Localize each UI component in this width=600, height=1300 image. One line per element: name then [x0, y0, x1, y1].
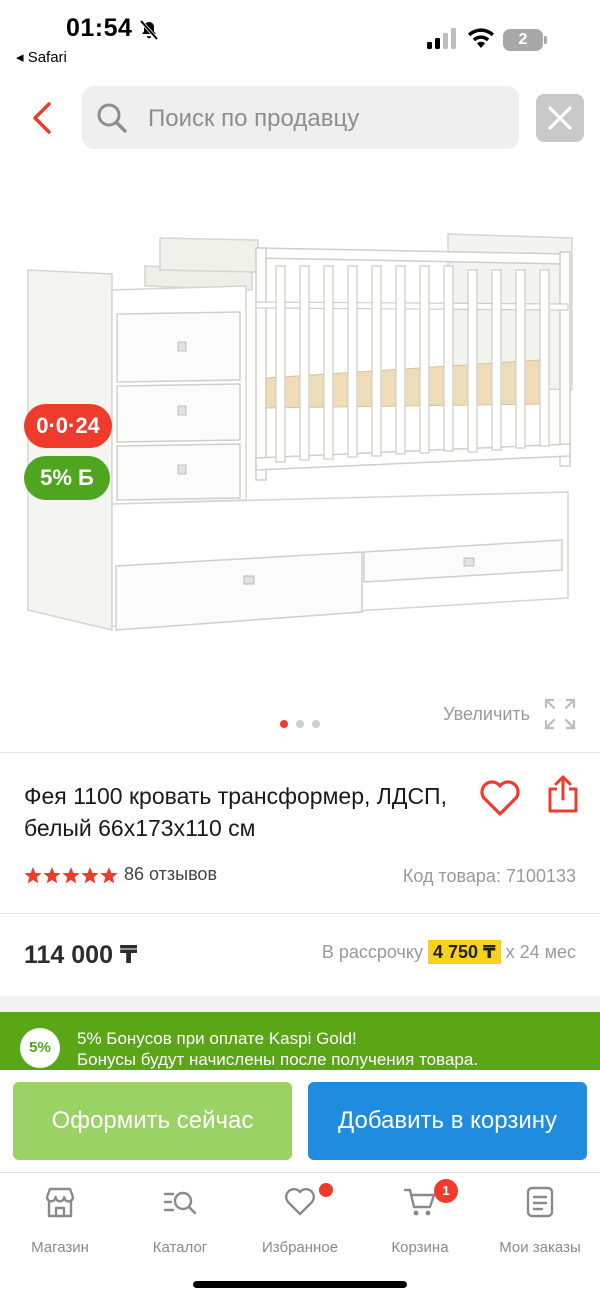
add-to-cart-button[interactable]: Добавить в корзину	[308, 1082, 587, 1160]
tab-my-orders[interactable]: Мои заказы	[480, 1183, 600, 1263]
installment-offer[interactable]: В рассрочку 4 750 ₸ x 24 мес	[321, 940, 576, 964]
seller-search-input[interactable]: Поиск по продавцу	[82, 86, 519, 149]
product-gallery[interactable]: 0·0·24 5% Б Увеличить	[0, 160, 600, 750]
search-icon	[97, 103, 127, 133]
wifi-icon	[468, 28, 494, 48]
divider	[0, 913, 600, 914]
favorite-heart-icon[interactable]	[478, 778, 522, 818]
share-icon[interactable]	[546, 774, 580, 814]
checkout-now-button[interactable]: Оформить сейчас	[13, 1082, 292, 1160]
tab-store-label: Магазин	[31, 1239, 89, 1256]
back-to-safari[interactable]: ◂ Safari	[16, 48, 67, 66]
reviews-count[interactable]: 86 отзывов	[124, 864, 217, 885]
bonus-line-2: Бонусы будут начислены после получения т…	[77, 1050, 479, 1069]
status-bar: 01:54 ◂ Safari 2	[0, 0, 600, 76]
store-icon	[45, 1187, 75, 1218]
back-chevron-icon[interactable]	[22, 98, 62, 138]
search-header: Поиск по продавцу	[0, 80, 600, 156]
installment-prefix: В рассрочку	[321, 942, 423, 962]
close-icon[interactable]	[536, 94, 584, 142]
product-code: Код товара: 7100133	[402, 866, 576, 886]
installment-promo-badge: 0·0·24	[24, 404, 112, 448]
divider	[0, 752, 600, 753]
bonus-line-1: 5% Бонусов при оплате Kaspi Gold!	[77, 1029, 357, 1048]
cart-count-badge: 1	[434, 1179, 458, 1203]
installment-term: x 24 мес	[505, 942, 576, 962]
battery-tip	[544, 36, 547, 44]
tab-catalog-label: Каталог	[152, 1239, 208, 1256]
tab-favorites[interactable]: Избранное	[240, 1183, 360, 1263]
expand-icon	[544, 698, 576, 730]
tab-favorites-label: Избранное	[261, 1239, 339, 1256]
bonus-promo-badge: 5% Б	[24, 456, 110, 500]
cart-icon	[403, 1188, 436, 1216]
battery-level: 2	[503, 29, 543, 51]
heart-icon	[285, 1188, 315, 1216]
silent-bell-icon	[139, 19, 159, 41]
section-separator	[0, 996, 600, 1012]
pagination-dot[interactable]	[312, 720, 320, 728]
installment-amount: 4 750 ₸	[427, 940, 501, 964]
rating-stars-icon	[24, 867, 118, 884]
product-price: 114 000 ₸	[24, 941, 138, 969]
product-title: Фея 1100 кровать трансформер, ЛДСП, белы…	[24, 783, 447, 841]
status-time: 01:54	[66, 14, 133, 42]
zoom-label: Увеличить	[443, 704, 530, 724]
favorites-notification-dot	[319, 1183, 333, 1197]
action-bar: Оформить сейчас Добавить в корзину	[0, 1070, 600, 1172]
pagination-dot[interactable]	[296, 720, 304, 728]
tab-cart-label: Корзина	[391, 1239, 449, 1256]
catalog-search-icon	[163, 1191, 197, 1215]
battery-indicator: 2	[503, 29, 547, 51]
pagination-dot[interactable]	[280, 720, 288, 728]
tab-my-orders-label: Мои заказы	[499, 1239, 581, 1256]
tab-store[interactable]: Магазин	[0, 1183, 120, 1263]
orders-icon	[526, 1186, 554, 1218]
tab-catalog[interactable]: Каталог	[120, 1183, 240, 1263]
gallery-pagination	[280, 720, 328, 730]
tab-cart[interactable]: 1 Корзина	[360, 1179, 480, 1263]
search-placeholder: Поиск по продавцу	[148, 105, 360, 132]
cellular-signal-icon	[427, 28, 456, 49]
bonus-banner[interactable]: 5% 5% Бонусов при оплате Kaspi Gold! Бон…	[0, 1012, 600, 1078]
home-indicator	[193, 1281, 407, 1288]
bonus-percent-badge: 5%	[20, 1028, 60, 1068]
